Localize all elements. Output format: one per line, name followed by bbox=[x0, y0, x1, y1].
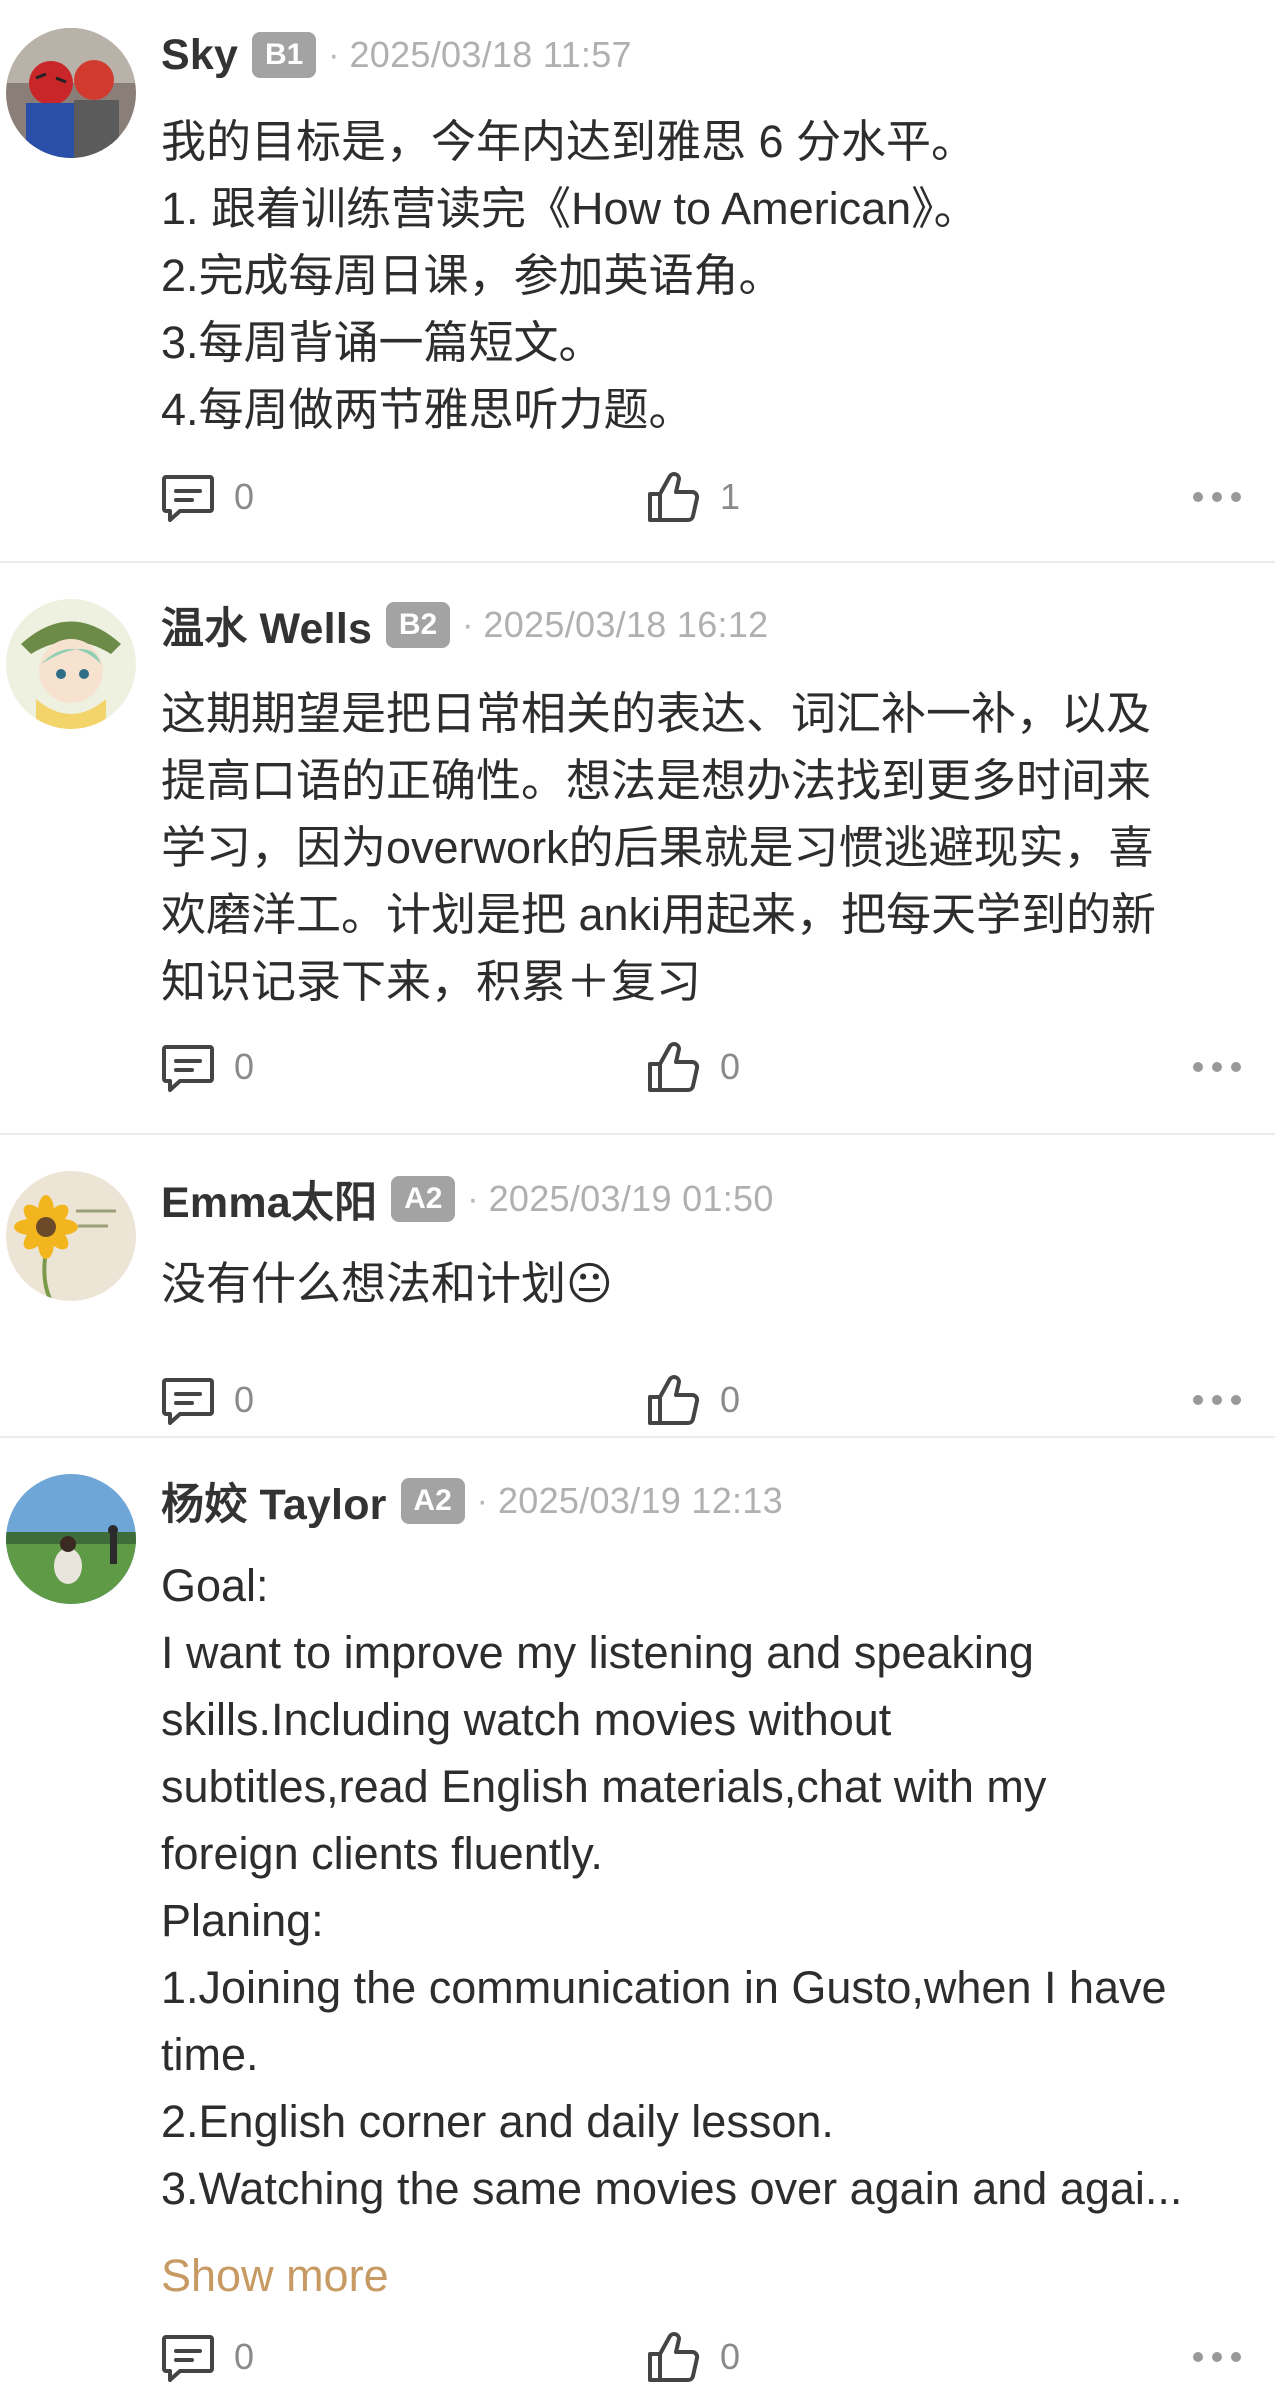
content-line: 4.每周做两节雅思听力题。 bbox=[161, 384, 694, 435]
user-name[interactable]: 杨姣 Taylor bbox=[161, 1470, 387, 1532]
post-time: 2025/03/19 01:50 bbox=[488, 1178, 774, 1219]
post-actions: 0 0 bbox=[0, 1368, 1275, 1432]
content-line: Goal: bbox=[161, 1560, 269, 1611]
comment-count: 0 bbox=[234, 476, 255, 517]
content-line: 我的目标是，今年内达到雅思 6 分水平。 bbox=[161, 116, 977, 167]
content-line: 2.完成每周日课，参加英语角。 bbox=[161, 250, 784, 301]
more-options-button[interactable] bbox=[1192, 465, 1242, 529]
like-button[interactable]: 1 bbox=[644, 465, 740, 529]
like-count: 1 bbox=[720, 476, 741, 517]
comment-count: 0 bbox=[234, 1046, 255, 1087]
level-badge: B2 bbox=[386, 602, 451, 648]
comment-count: 0 bbox=[234, 2336, 255, 2377]
post-time: 2025/03/19 12:13 bbox=[497, 1480, 784, 1521]
content-line: 2.English corner and daily lesson. bbox=[161, 2096, 834, 2147]
more-dots-icon bbox=[1192, 490, 1242, 504]
like-count: 0 bbox=[720, 1379, 741, 1420]
content-line: 学习，因为overwork的后果就是习惯逃避现实，喜 bbox=[161, 822, 1154, 873]
separator-dot: · bbox=[462, 605, 474, 644]
like-count: 0 bbox=[720, 2336, 741, 2377]
like-button[interactable]: 0 bbox=[644, 2325, 740, 2389]
content-line: I want to improve my listening and speak… bbox=[161, 1627, 1034, 1678]
level-badge: B1 bbox=[252, 32, 317, 78]
level-badge: A2 bbox=[391, 1176, 456, 1222]
comment-icon bbox=[160, 1372, 216, 1428]
post-header: 杨姣 Taylor A2 · 2025/03/19 12:13 bbox=[161, 1471, 783, 1531]
content-line: 3.Watching the same movies over again an… bbox=[161, 2163, 1183, 2214]
comment-icon bbox=[160, 2329, 216, 2385]
user-name[interactable]: Sky bbox=[161, 31, 238, 80]
avatar[interactable] bbox=[6, 1171, 136, 1301]
thumbs-up-icon bbox=[644, 2328, 702, 2386]
user-name[interactable]: Emma太阳 bbox=[161, 1168, 377, 1230]
post-header: 温水 Wells B2 · 2025/03/18 16:12 bbox=[161, 595, 768, 655]
post-card: Emma太阳 A2 · 2025/03/19 01:50 没有什么想法和计划😐 … bbox=[0, 1135, 1275, 1435]
comment-icon bbox=[160, 469, 216, 525]
post-actions: 0 1 bbox=[0, 465, 1275, 529]
more-options-button[interactable] bbox=[1192, 1035, 1242, 1099]
user-name[interactable]: 温水 Wells bbox=[161, 594, 372, 656]
show-more-link[interactable]: Show more bbox=[161, 2246, 389, 2306]
post-card: Sky B1 · 2025/03/18 11:57 我的目标是，今年内达到雅思 … bbox=[0, 0, 1275, 560]
post-content: 没有什么想法和计划😐 bbox=[161, 1250, 1261, 1317]
post-actions: 0 0 bbox=[0, 1035, 1275, 1099]
content-line: skills.Including watch movies without bbox=[161, 1694, 892, 1745]
content-line: 提高口语的正确性。想法是想办法找到更多时间来 bbox=[161, 755, 1152, 806]
avatar[interactable] bbox=[6, 1474, 136, 1604]
post-header: Sky B1 · 2025/03/18 11:57 bbox=[161, 25, 632, 85]
separator-dot: · bbox=[476, 1481, 488, 1520]
comment-icon bbox=[160, 1039, 216, 1095]
like-button[interactable]: 0 bbox=[644, 1035, 740, 1099]
thumbs-up-icon bbox=[644, 1038, 702, 1096]
content-line: 这期期望是把日常相关的表达、词汇补一补，以及 bbox=[161, 688, 1152, 739]
thumbs-up-icon bbox=[644, 468, 702, 526]
level-badge: A2 bbox=[400, 1478, 465, 1524]
post-time: 2025/03/18 16:12 bbox=[483, 604, 769, 645]
post-actions: 0 0 bbox=[0, 2325, 1275, 2389]
content-line: time. bbox=[161, 2029, 259, 2080]
thumbs-up-icon bbox=[644, 1371, 702, 1429]
comment-button[interactable]: 0 bbox=[160, 465, 254, 529]
content-line: foreign clients fluently. bbox=[161, 1828, 603, 1879]
avatar[interactable] bbox=[6, 28, 136, 158]
content-line: Planing: bbox=[161, 1895, 324, 1946]
more-options-button[interactable] bbox=[1192, 2325, 1242, 2389]
content-line: 1.Joining the communication in Gusto,whe… bbox=[161, 1962, 1167, 2013]
more-dots-icon bbox=[1192, 1393, 1242, 1407]
content-line: subtitles,read English materials,chat wi… bbox=[161, 1761, 1047, 1812]
like-count: 0 bbox=[720, 1046, 741, 1087]
content-line: 没有什么想法和计划😐 bbox=[161, 1258, 613, 1309]
post-card: 杨姣 Taylor A2 · 2025/03/19 12:13 Goal: I … bbox=[0, 1438, 1275, 2408]
avatar[interactable] bbox=[6, 599, 136, 729]
more-dots-icon bbox=[1192, 2350, 1242, 2364]
comment-count: 0 bbox=[234, 1379, 255, 1420]
comment-button[interactable]: 0 bbox=[160, 1035, 254, 1099]
post-content: 这期期望是把日常相关的表达、词汇补一补，以及 提高口语的正确性。想法是想办法找到… bbox=[161, 680, 1261, 1015]
like-button[interactable]: 0 bbox=[644, 1368, 740, 1432]
separator-dot: · bbox=[328, 35, 340, 74]
post-time: 2025/03/18 11:57 bbox=[349, 34, 632, 75]
post-content: 我的目标是，今年内达到雅思 6 分水平。 1. 跟着训练营读完《How to A… bbox=[161, 108, 1261, 443]
comment-button[interactable]: 0 bbox=[160, 1368, 254, 1432]
post-header: Emma太阳 A2 · 2025/03/19 01:50 bbox=[161, 1169, 774, 1229]
content-line: 知识记录下来，积累＋复习 bbox=[161, 956, 702, 1007]
more-dots-icon bbox=[1192, 1060, 1242, 1074]
content-line: 3.每周背诵一篇短文。 bbox=[161, 317, 604, 368]
content-line: 1. 跟着训练营读完《How to American》。 bbox=[161, 183, 979, 234]
comment-button[interactable]: 0 bbox=[160, 2325, 254, 2389]
post-content: Goal: I want to improve my listening and… bbox=[161, 1552, 1261, 2222]
post-card: 温水 Wells B2 · 2025/03/18 16:12 这期期望是把日常相… bbox=[0, 563, 1275, 1133]
separator-dot: · bbox=[467, 1179, 479, 1218]
more-options-button[interactable] bbox=[1192, 1368, 1242, 1432]
comment-feed: Sky B1 · 2025/03/18 11:57 我的目标是，今年内达到雅思 … bbox=[0, 0, 1275, 2408]
content-line: 欢磨洋工。计划是把 anki用起来，把每天学到的新 bbox=[161, 889, 1157, 940]
